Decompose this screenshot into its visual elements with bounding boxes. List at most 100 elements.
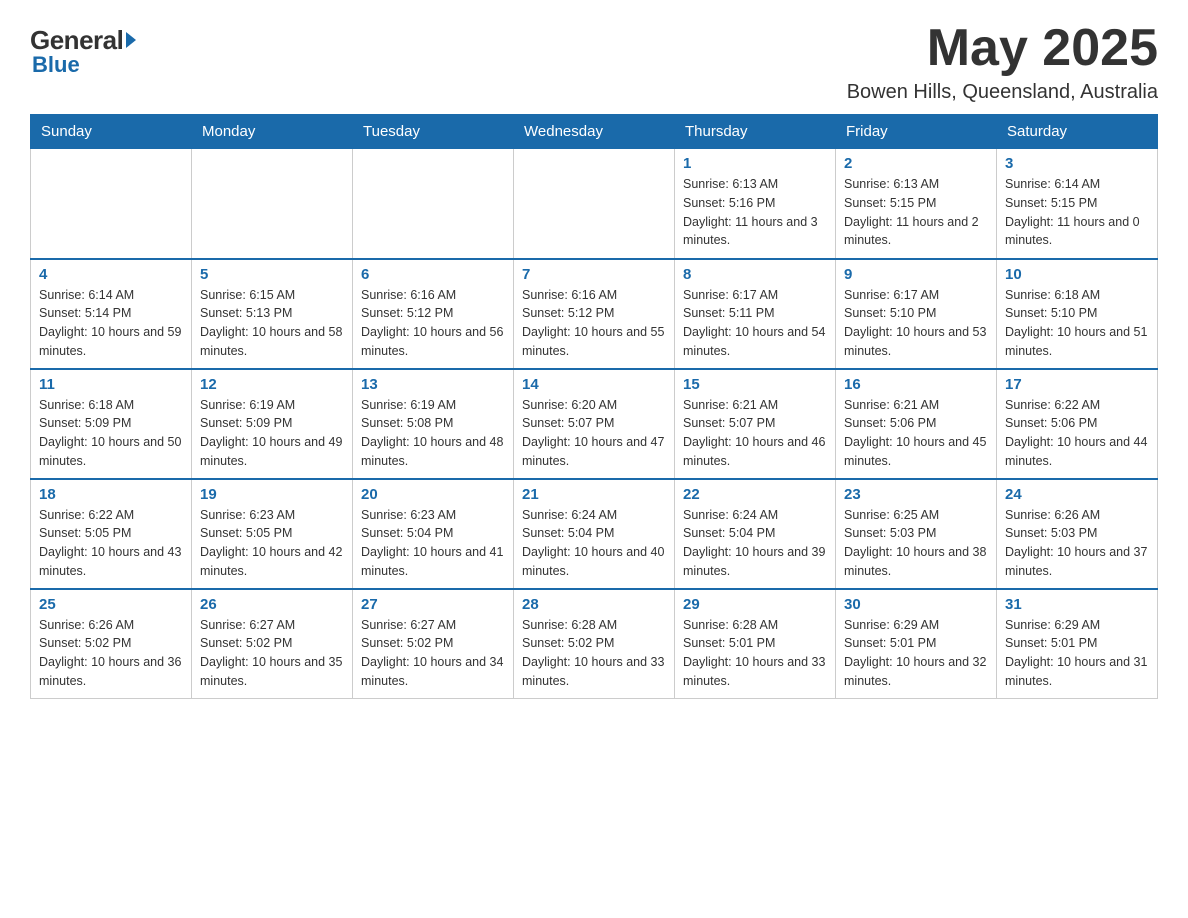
day-number: 11 xyxy=(39,376,183,393)
calendar-cell: 16 Sunrise: 6:21 AM Sunset: 5:06 PM Dayli… xyxy=(836,369,997,479)
calendar-cell: 7 Sunrise: 6:16 AM Sunset: 5:12 PM Daylig… xyxy=(514,259,675,369)
weekday-header-friday: Friday xyxy=(836,115,997,149)
calendar-cell xyxy=(31,149,192,259)
day-number: 9 xyxy=(844,266,988,283)
calendar-cell: 31 Sunrise: 6:29 AM Sunset: 5:01 PM Dayli… xyxy=(997,589,1158,699)
day-info: Sunrise: 6:15 AM Sunset: 5:13 PM Dayligh… xyxy=(200,286,344,361)
day-info: Sunrise: 6:14 AM Sunset: 5:15 PM Dayligh… xyxy=(1005,175,1149,250)
calendar-cell: 17 Sunrise: 6:22 AM Sunset: 5:06 PM Dayli… xyxy=(997,369,1158,479)
month-year-title: May 2025 xyxy=(847,20,1158,77)
calendar-cell: 19Sunrise: 6:23 AM Sunset: 5:05 PM Dayli… xyxy=(192,479,353,589)
day-info: Sunrise: 6:22 AM Sunset: 5:05 PM Dayligh… xyxy=(39,506,183,581)
day-info: Sunrise: 6:27 AM Sunset: 5:02 PM Dayligh… xyxy=(200,616,344,691)
day-info: Sunrise: 6:19 AM Sunset: 5:09 PM Dayligh… xyxy=(200,396,344,471)
calendar-cell: 29 Sunrise: 6:28 AM Sunset: 5:01 PM Dayli… xyxy=(675,589,836,699)
weekday-header-thursday: Thursday xyxy=(675,115,836,149)
day-number: 7 xyxy=(522,266,666,283)
day-info: Sunrise: 6:28 AM Sunset: 5:02 PM Dayligh… xyxy=(522,616,666,691)
calendar-cell xyxy=(514,149,675,259)
calendar-cell: 14 Sunrise: 6:20 AM Sunset: 5:07 PM Dayli… xyxy=(514,369,675,479)
calendar-week-row: 11 Sunrise: 6:18 AM Sunset: 5:09 PM Dayli… xyxy=(31,369,1158,479)
location-title: Bowen Hills, Queensland, Australia xyxy=(847,81,1158,104)
day-number: 12 xyxy=(200,376,344,393)
day-info: Sunrise: 6:24 AM Sunset: 5:04 PM Dayligh… xyxy=(522,506,666,581)
day-number: 27 xyxy=(361,596,505,613)
day-info: Sunrise: 6:25 AM Sunset: 5:03 PM Dayligh… xyxy=(844,506,988,581)
day-info: Sunrise: 6:27 AM Sunset: 5:02 PM Dayligh… xyxy=(361,616,505,691)
day-info: Sunrise: 6:26 AM Sunset: 5:02 PM Dayligh… xyxy=(39,616,183,691)
day-number: 26 xyxy=(200,596,344,613)
day-info: Sunrise: 6:13 AM Sunset: 5:15 PM Dayligh… xyxy=(844,175,988,250)
calendar-cell: 30Sunrise: 6:29 AM Sunset: 5:01 PM Dayli… xyxy=(836,589,997,699)
day-number: 30 xyxy=(844,596,988,613)
day-number: 23 xyxy=(844,486,988,503)
day-number: 29 xyxy=(683,596,827,613)
day-number: 31 xyxy=(1005,596,1149,613)
calendar-cell: 21 Sunrise: 6:24 AM Sunset: 5:04 PM Dayli… xyxy=(514,479,675,589)
day-number: 14 xyxy=(522,376,666,393)
day-info: Sunrise: 6:21 AM Sunset: 5:06 PM Dayligh… xyxy=(844,396,988,471)
day-number: 21 xyxy=(522,486,666,503)
day-number: 5 xyxy=(200,266,344,283)
calendar-cell: 6Sunrise: 6:16 AM Sunset: 5:12 PM Daylig… xyxy=(353,259,514,369)
day-info: Sunrise: 6:20 AM Sunset: 5:07 PM Dayligh… xyxy=(522,396,666,471)
weekday-header-row: SundayMondayTuesdayWednesdayThursdayFrid… xyxy=(31,115,1158,149)
calendar-cell: 27 Sunrise: 6:27 AM Sunset: 5:02 PM Dayli… xyxy=(353,589,514,699)
calendar-week-row: 1 Sunrise: 6:13 AM Sunset: 5:16 PM Daylig… xyxy=(31,149,1158,259)
logo: General Blue xyxy=(30,20,136,78)
day-number: 4 xyxy=(39,266,183,283)
day-info: Sunrise: 6:16 AM Sunset: 5:12 PM Dayligh… xyxy=(522,286,666,361)
weekday-header-monday: Monday xyxy=(192,115,353,149)
day-info: Sunrise: 6:18 AM Sunset: 5:10 PM Dayligh… xyxy=(1005,286,1149,361)
calendar-cell: 28 Sunrise: 6:28 AM Sunset: 5:02 PM Dayli… xyxy=(514,589,675,699)
day-info: Sunrise: 6:18 AM Sunset: 5:09 PM Dayligh… xyxy=(39,396,183,471)
logo-blue-text: Blue xyxy=(32,52,80,78)
day-number: 25 xyxy=(39,596,183,613)
calendar-cell: 25 Sunrise: 6:26 AM Sunset: 5:02 PM Dayli… xyxy=(31,589,192,699)
calendar-cell: 22 Sunrise: 6:24 AM Sunset: 5:04 PM Dayli… xyxy=(675,479,836,589)
calendar-cell: 15Sunrise: 6:21 AM Sunset: 5:07 PM Dayli… xyxy=(675,369,836,479)
calendar-cell: 1 Sunrise: 6:13 AM Sunset: 5:16 PM Daylig… xyxy=(675,149,836,259)
calendar-table: SundayMondayTuesdayWednesdayThursdayFrid… xyxy=(30,114,1158,699)
calendar-cell: 8Sunrise: 6:17 AM Sunset: 5:11 PM Daylig… xyxy=(675,259,836,369)
day-number: 18 xyxy=(39,486,183,503)
calendar-cell: 23 Sunrise: 6:25 AM Sunset: 5:03 PM Dayli… xyxy=(836,479,997,589)
calendar-week-row: 18 Sunrise: 6:22 AM Sunset: 5:05 PM Dayli… xyxy=(31,479,1158,589)
calendar-cell: 10 Sunrise: 6:18 AM Sunset: 5:10 PM Dayli… xyxy=(997,259,1158,369)
weekday-header-wednesday: Wednesday xyxy=(514,115,675,149)
day-number: 6 xyxy=(361,266,505,283)
day-info: Sunrise: 6:17 AM Sunset: 5:11 PM Dayligh… xyxy=(683,286,827,361)
day-info: Sunrise: 6:14 AM Sunset: 5:14 PM Dayligh… xyxy=(39,286,183,361)
calendar-cell: 5 Sunrise: 6:15 AM Sunset: 5:13 PM Daylig… xyxy=(192,259,353,369)
day-info: Sunrise: 6:24 AM Sunset: 5:04 PM Dayligh… xyxy=(683,506,827,581)
day-info: Sunrise: 6:23 AM Sunset: 5:05 PM Dayligh… xyxy=(200,506,344,581)
day-info: Sunrise: 6:23 AM Sunset: 5:04 PM Dayligh… xyxy=(361,506,505,581)
calendar-cell: 26 Sunrise: 6:27 AM Sunset: 5:02 PM Dayli… xyxy=(192,589,353,699)
day-number: 22 xyxy=(683,486,827,503)
day-info: Sunrise: 6:22 AM Sunset: 5:06 PM Dayligh… xyxy=(1005,396,1149,471)
calendar-cell: 18 Sunrise: 6:22 AM Sunset: 5:05 PM Dayli… xyxy=(31,479,192,589)
calendar-cell: 9Sunrise: 6:17 AM Sunset: 5:10 PM Daylig… xyxy=(836,259,997,369)
calendar-cell: 11 Sunrise: 6:18 AM Sunset: 5:09 PM Dayli… xyxy=(31,369,192,479)
day-info: Sunrise: 6:13 AM Sunset: 5:16 PM Dayligh… xyxy=(683,175,827,250)
day-info: Sunrise: 6:19 AM Sunset: 5:08 PM Dayligh… xyxy=(361,396,505,471)
title-block: May 2025 Bowen Hills, Queensland, Austra… xyxy=(847,20,1158,104)
weekday-header-tuesday: Tuesday xyxy=(353,115,514,149)
calendar-cell: 12 Sunrise: 6:19 AM Sunset: 5:09 PM Dayli… xyxy=(192,369,353,479)
day-info: Sunrise: 6:21 AM Sunset: 5:07 PM Dayligh… xyxy=(683,396,827,471)
day-number: 16 xyxy=(844,376,988,393)
day-number: 17 xyxy=(1005,376,1149,393)
day-number: 1 xyxy=(683,155,827,172)
calendar-cell xyxy=(353,149,514,259)
calendar-cell: 2Sunrise: 6:13 AM Sunset: 5:15 PM Daylig… xyxy=(836,149,997,259)
calendar-cell xyxy=(192,149,353,259)
day-number: 20 xyxy=(361,486,505,503)
weekday-header-sunday: Sunday xyxy=(31,115,192,149)
calendar-week-row: 25 Sunrise: 6:26 AM Sunset: 5:02 PM Dayli… xyxy=(31,589,1158,699)
day-number: 28 xyxy=(522,596,666,613)
day-info: Sunrise: 6:29 AM Sunset: 5:01 PM Dayligh… xyxy=(1005,616,1149,691)
calendar-cell: 24Sunrise: 6:26 AM Sunset: 5:03 PM Dayli… xyxy=(997,479,1158,589)
day-number: 3 xyxy=(1005,155,1149,172)
day-number: 10 xyxy=(1005,266,1149,283)
day-info: Sunrise: 6:28 AM Sunset: 5:01 PM Dayligh… xyxy=(683,616,827,691)
